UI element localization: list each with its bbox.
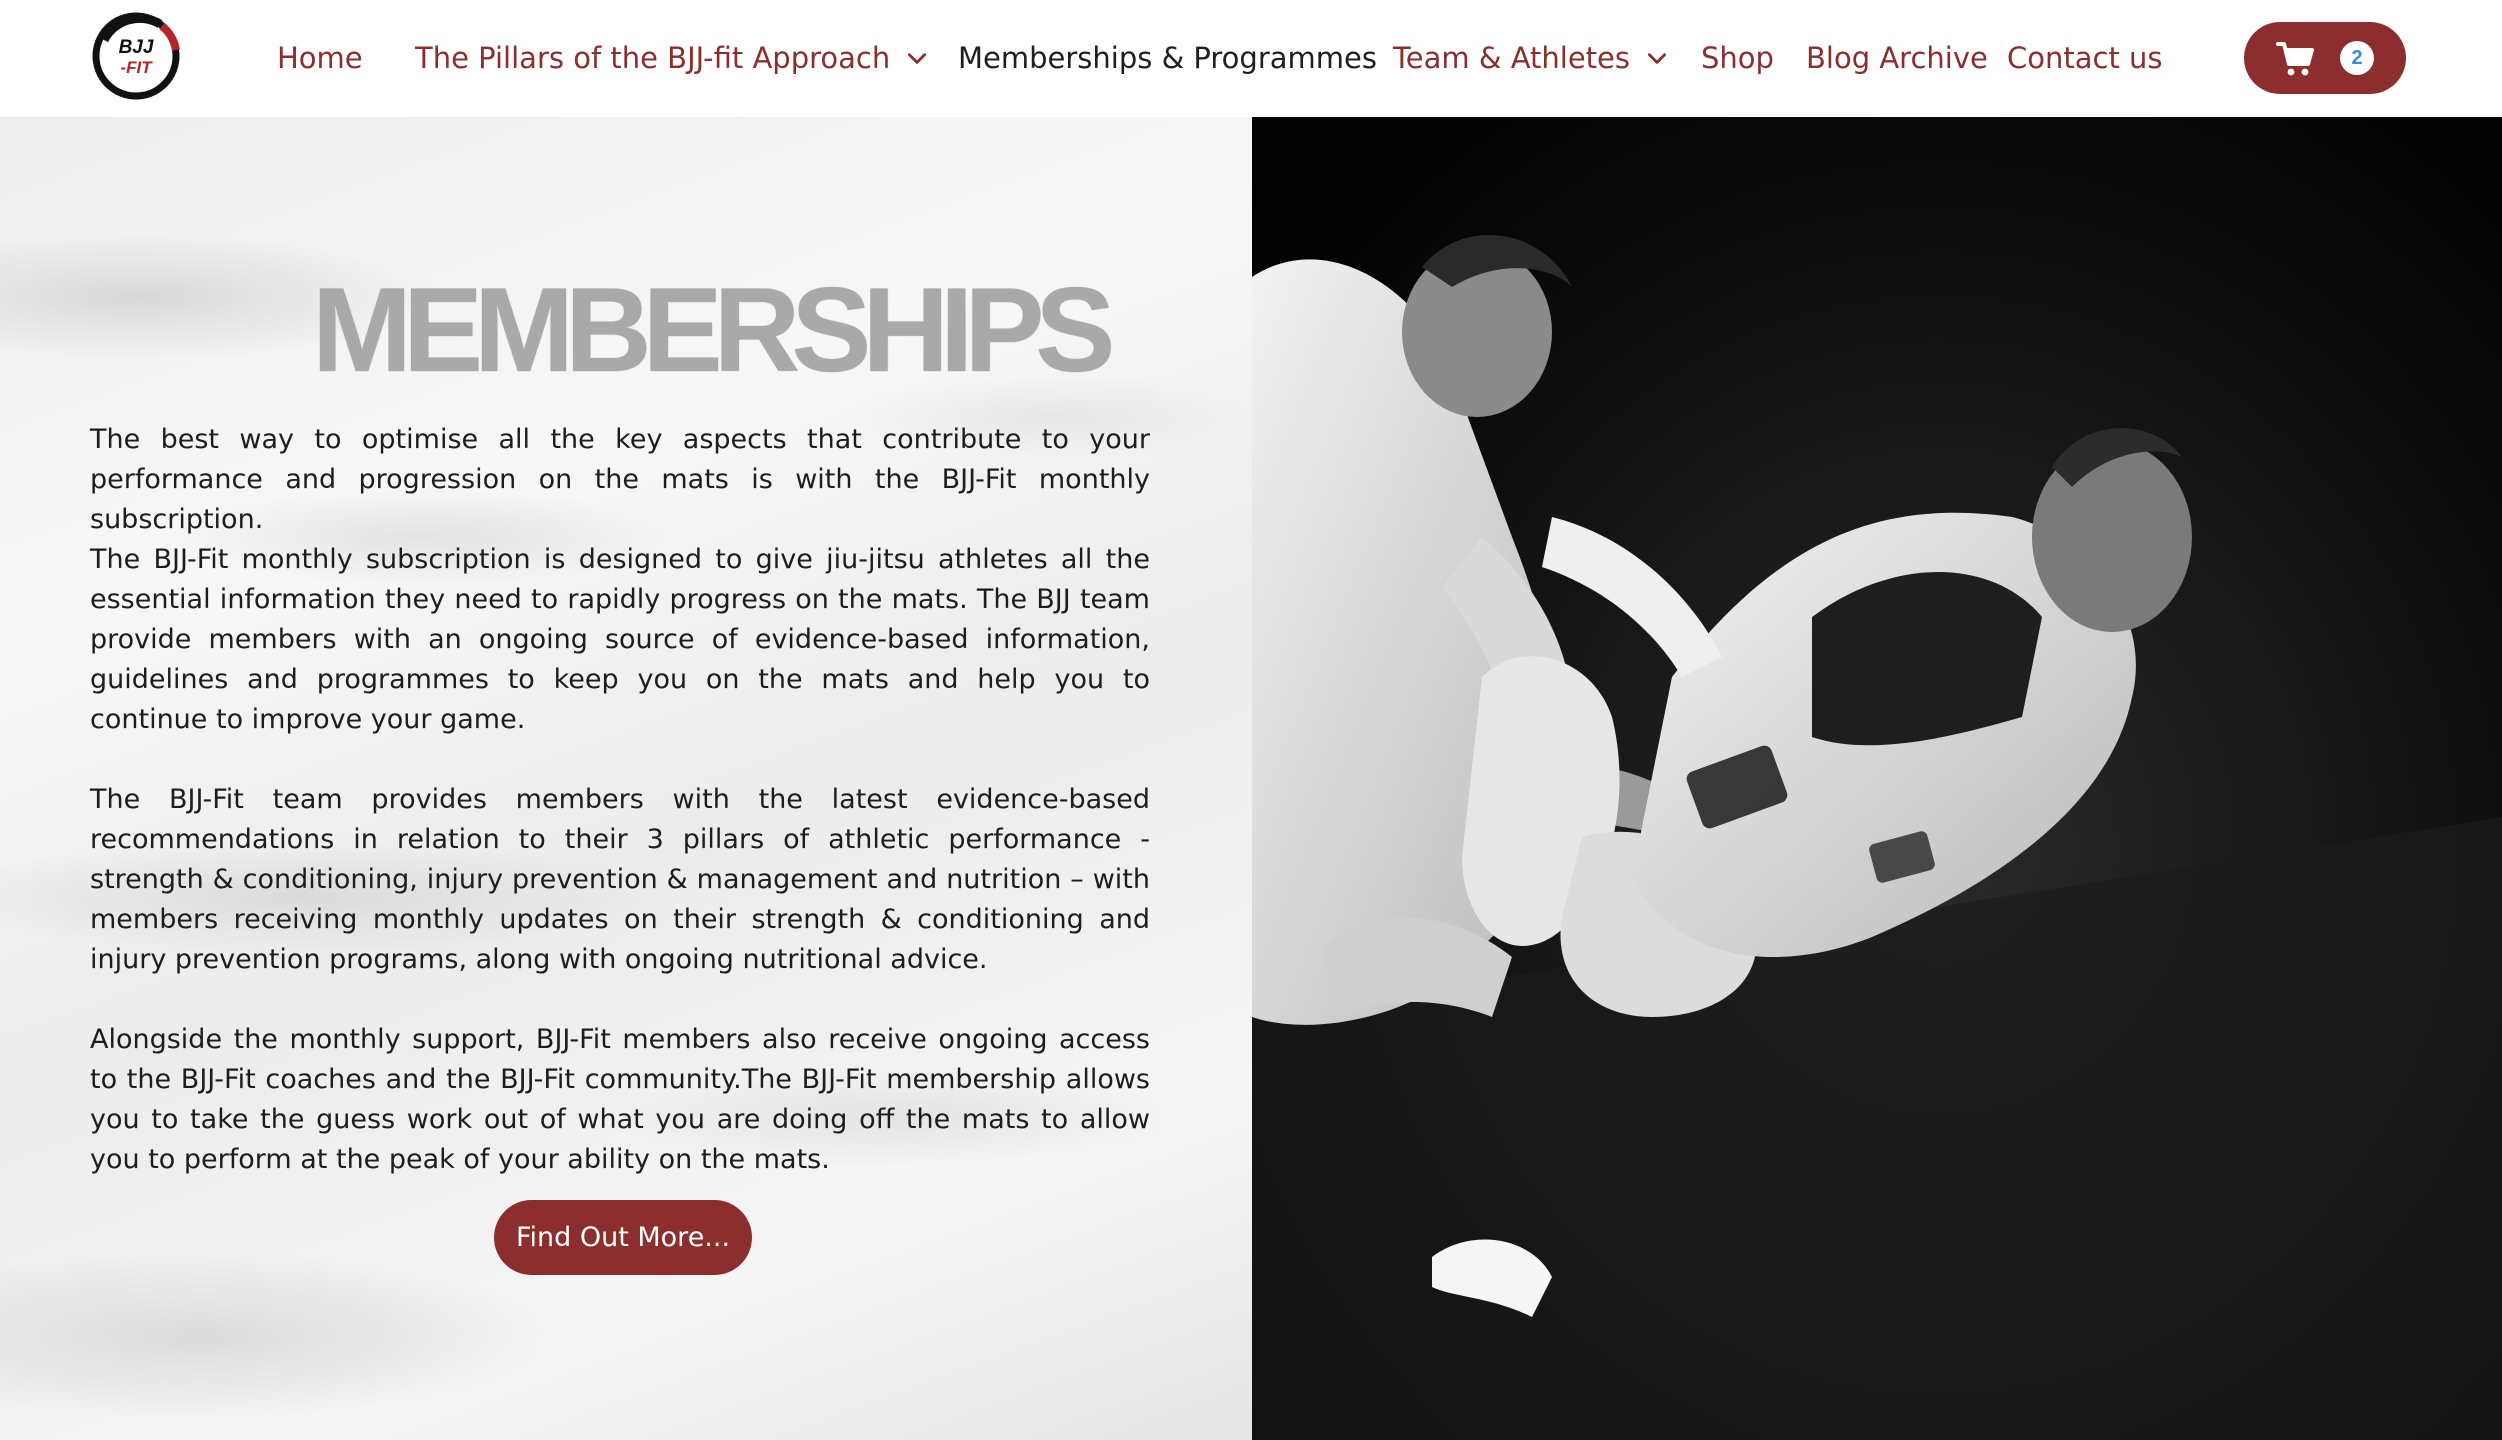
support-paragraph: Alongside the monthly support, BJJ-Fit m… — [90, 1024, 1150, 1175]
nav-team-label: Team & Athletes — [1393, 41, 1630, 75]
chevron-down-icon[interactable] — [904, 45, 930, 71]
nav-contact-label: Contact us — [2007, 41, 2163, 75]
intro-paragraph: The best way to optimise all the key asp… — [90, 424, 1150, 535]
nav-memberships[interactable]: Memberships & Programmes — [958, 38, 1377, 78]
chevron-down-icon[interactable] — [1644, 45, 1670, 71]
nav-pillars[interactable]: The Pillars of the BJJ-fit Approach — [415, 38, 930, 78]
main-nav: Home The Pillars of the BJJ-fit Approach… — [0, 0, 2502, 117]
nav-pillars-label: The Pillars of the BJJ-fit Approach — [415, 41, 891, 75]
pillars-paragraph: The BJJ-Fit team provides members with t… — [90, 784, 1150, 975]
cart-button[interactable]: 2 — [2244, 22, 2406, 94]
bjj-training-photo — [1252, 117, 2502, 1440]
nav-home[interactable]: Home — [277, 38, 363, 78]
nav-blog-archive[interactable]: Blog Archive — [1806, 38, 1988, 78]
find-out-more-button[interactable]: Find Out More... — [494, 1200, 752, 1275]
nav-home-label: Home — [277, 41, 363, 75]
cart-icon — [2276, 42, 2314, 76]
site-header: BJJ -FIT Home The Pillars of the BJJ-fit… — [0, 0, 2502, 117]
cart-count-badge: 2 — [2340, 41, 2374, 75]
nav-contact[interactable]: Contact us — [2007, 38, 2163, 78]
nav-blog-label: Blog Archive — [1806, 41, 1988, 75]
nav-team[interactable]: Team & Athletes — [1393, 38, 1670, 78]
nav-memberships-label: Memberships & Programmes — [958, 41, 1377, 75]
nav-shop[interactable]: Shop — [1701, 38, 1774, 78]
page-title: MEMBERSHIPS — [312, 263, 1115, 397]
subscription-paragraph: The BJJ-Fit monthly subscription is desi… — [90, 544, 1150, 735]
nav-shop-label: Shop — [1701, 41, 1774, 75]
